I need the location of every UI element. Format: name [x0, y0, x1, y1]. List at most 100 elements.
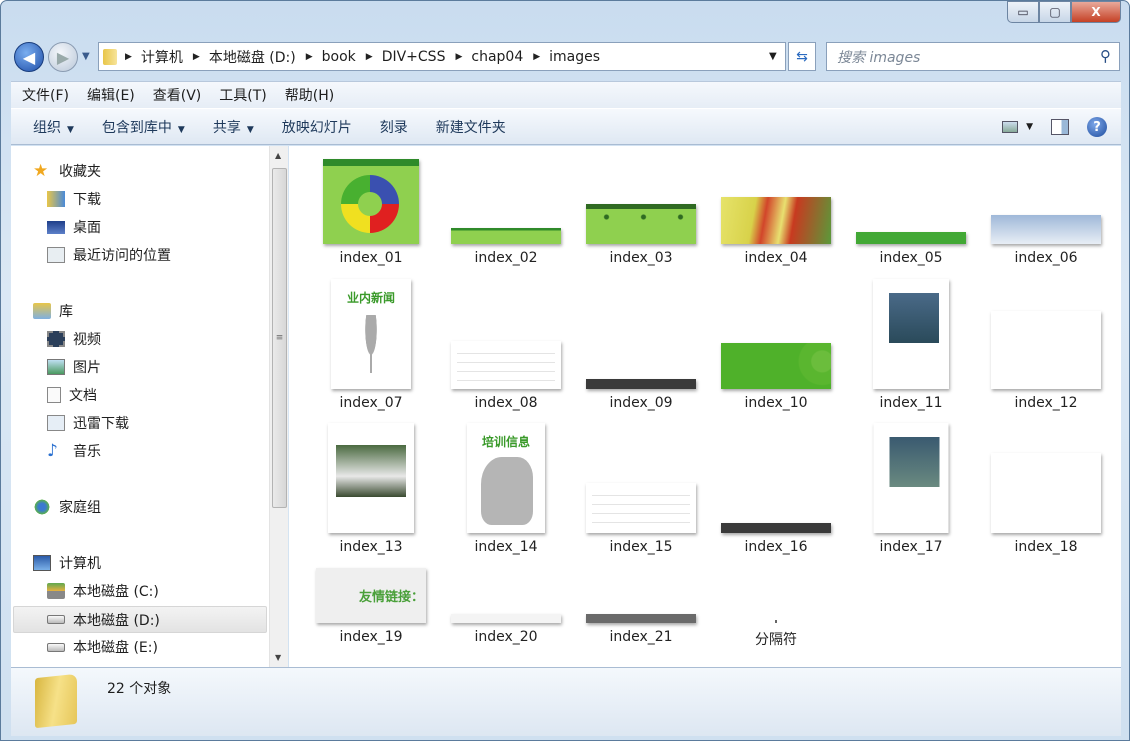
maximize-button[interactable]: ▢ [1039, 1, 1071, 23]
nav-scrollbar[interactable]: ▲ ≡ ▼ [269, 146, 288, 667]
refresh-button[interactable]: ⇆ [788, 42, 816, 71]
window-controls: ▭ ▢ X [1007, 1, 1121, 23]
drive-icon [47, 642, 65, 652]
nav-recent-places[interactable]: 最近访问的位置 [47, 243, 171, 267]
thumbnail-text: 业内新闻 [346, 291, 395, 305]
burn-button[interactable]: 刻录 [380, 117, 408, 137]
breadcrumb-separator-icon[interactable]: ▶ [306, 52, 313, 62]
file-thumbnail [721, 343, 831, 389]
recent-pages-dropdown[interactable]: ▼ [82, 51, 90, 62]
file-thumbnail [586, 614, 696, 623]
nav-documents[interactable]: 文档 [47, 383, 97, 407]
search-input[interactable]: 搜索 images ⚲ [826, 42, 1120, 71]
scroll-up-arrow[interactable]: ▲ [275, 151, 281, 160]
file-thumbnail [451, 341, 561, 389]
explorer-window: ▭ ▢ X ◀ ▶ ▼ ▶ 计算机 ▶ 本地磁盘 (D:) ▶ book ▶ DIV+CSS ▶… [0, 0, 1130, 741]
preview-pane-button[interactable] [1051, 119, 1069, 135]
file-name: index_07 [339, 395, 403, 411]
help-icon: ? [1093, 119, 1101, 135]
nav-drive-e[interactable]: 本地磁盘 (E:) [47, 635, 158, 659]
include-in-library-button[interactable]: 包含到库中 ▼ [102, 117, 185, 137]
folder-icon [103, 48, 117, 65]
minimize-button[interactable]: ▭ [1007, 1, 1039, 23]
nav-music[interactable]: ♪ 音乐 [47, 439, 101, 463]
help-button[interactable]: ? [1087, 117, 1107, 137]
new-folder-button[interactable]: 新建文件夹 [436, 117, 506, 137]
menu-help[interactable]: 帮助(H) [285, 85, 334, 105]
file-name: index_06 [1014, 250, 1078, 266]
search-icon[interactable]: ⚲ [1100, 47, 1111, 65]
file-thumbnail [328, 423, 414, 533]
address-bar[interactable]: ▶ 计算机 ▶ 本地磁盘 (D:) ▶ book ▶ DIV+CSS ▶ chap04 ▶ image… [98, 42, 786, 71]
breadcrumb-item[interactable]: book [322, 49, 356, 65]
nav-label: 最近访问的位置 [73, 248, 171, 264]
nav-drive-d[interactable]: 本地磁盘 (D:) [13, 606, 267, 633]
breadcrumb-separator-icon[interactable]: ▶ [125, 52, 132, 62]
organize-button[interactable]: 组织 ▼ [33, 117, 74, 137]
nav-homegroup[interactable]: 家庭组 [33, 495, 101, 519]
logo-graphic [341, 175, 399, 233]
command-bar: 组织 ▼ 包含到库中 ▼ 共享 ▼ 放映幻灯片 刻录 新建文件夹 ▼ ? [11, 108, 1121, 145]
menu-tools[interactable]: 工具(T) [219, 85, 266, 105]
menu-bar: 文件(F) 编辑(E) 查看(V) 工具(T) 帮助(H) [11, 81, 1121, 108]
nav-favorites[interactable]: ★ 收藏夹 [33, 159, 101, 183]
change-view-button[interactable]: ▼ [1002, 121, 1033, 133]
microphone-graphic [361, 315, 381, 373]
close-button[interactable]: X [1071, 1, 1121, 23]
breadcrumb-item[interactable]: 计算机 [141, 47, 183, 67]
view-icon [1002, 121, 1019, 133]
nav-label: 本地磁盘 (C:) [73, 584, 159, 600]
thumbnail-text: 培训信息 [481, 435, 530, 449]
include-label: 包含到库中 [101, 119, 172, 136]
nav-desktop[interactable]: 桌面 [47, 215, 101, 239]
menu-edit[interactable]: 编辑(E) [87, 85, 135, 105]
breadcrumb-item[interactable]: 本地磁盘 (D:) [209, 47, 296, 67]
nav-thunder-downloads[interactable]: 迅雷下载 [47, 411, 129, 435]
file-name: index_20 [474, 629, 538, 645]
nav-videos[interactable]: 视频 [47, 327, 101, 351]
breadcrumb-separator-icon[interactable]: ▶ [193, 52, 200, 62]
forward-button[interactable]: ▶ [48, 42, 78, 72]
file-name: index_14 [474, 539, 538, 555]
breadcrumb-separator-icon[interactable]: ▶ [455, 52, 462, 62]
file-name: index_18 [1014, 539, 1078, 555]
breadcrumb-separator-icon[interactable]: ▶ [533, 52, 540, 62]
menu-view[interactable]: 查看(V) [153, 85, 202, 105]
file-thumbnail [991, 215, 1101, 244]
file-name: index_10 [744, 395, 808, 411]
nav-downloads[interactable]: 下载 [47, 187, 101, 211]
file-name: index_21 [609, 629, 673, 645]
back-button[interactable]: ◀ [14, 42, 44, 72]
share-button[interactable]: 共享 ▼ [213, 117, 254, 137]
file-name: index_13 [339, 539, 403, 555]
file-name: index_04 [744, 250, 808, 266]
chevron-down-icon: ▼ [67, 124, 74, 135]
nav-label: 库 [59, 304, 73, 320]
scroll-down-arrow[interactable]: ▼ [275, 653, 281, 662]
scroll-thumb[interactable]: ≡ [272, 168, 287, 508]
file-name: index_12 [1014, 395, 1078, 411]
file-thumbnail [991, 311, 1101, 389]
breadcrumb-separator-icon[interactable]: ▶ [366, 52, 373, 62]
file-thumbnail [721, 197, 831, 244]
slideshow-button[interactable]: 放映幻灯片 [282, 117, 352, 137]
music-note-icon: ♪ [47, 441, 58, 461]
file-name: index_09 [609, 395, 673, 411]
address-dropdown[interactable]: ▼ [769, 51, 777, 62]
pictures-icon [47, 359, 65, 375]
nav-drive-c[interactable]: 本地磁盘 (C:) [47, 579, 159, 603]
nav-libraries[interactable]: 库 [33, 299, 73, 323]
file-name: index_08 [474, 395, 538, 411]
list-lines-graphic [457, 345, 555, 381]
nav-label: 文档 [69, 388, 97, 404]
menu-file[interactable]: 文件(F) [22, 85, 69, 105]
nav-pictures[interactable]: 图片 [47, 355, 101, 379]
nav-computer[interactable]: 计算机 [33, 551, 101, 575]
library-icon [33, 303, 51, 319]
breadcrumb-item[interactable]: DIV+CSS [382, 49, 446, 65]
breadcrumb-item[interactable]: chap04 [471, 49, 523, 65]
breadcrumb-item[interactable]: images [549, 49, 600, 65]
chevron-down-icon: ▼ [1026, 122, 1033, 132]
organize-label: 组织 [33, 119, 61, 136]
homegroup-icon [33, 499, 51, 515]
